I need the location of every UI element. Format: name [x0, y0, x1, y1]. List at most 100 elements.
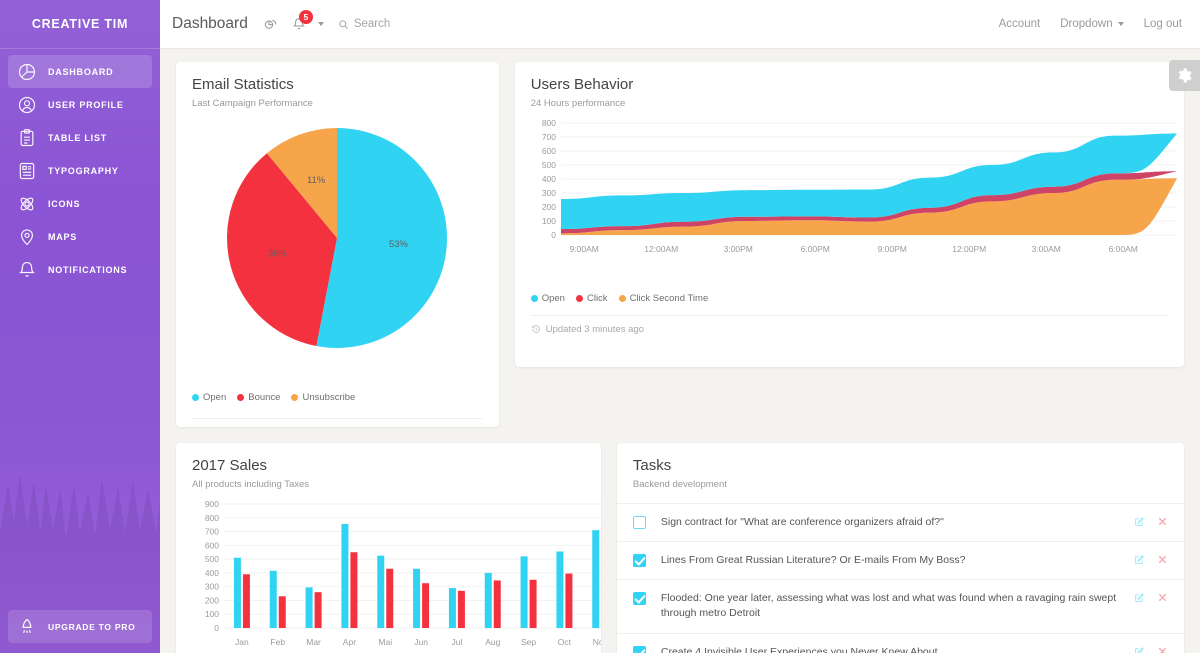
- task-row: Lines From Great Russian Literature? Or …: [617, 541, 1184, 579]
- task-checkbox[interactable]: [633, 516, 646, 529]
- pie-slice-label: 36%: [268, 248, 288, 259]
- close-icon[interactable]: [1157, 592, 1168, 603]
- bar[interactable]: [449, 588, 456, 628]
- bar[interactable]: [521, 556, 528, 628]
- close-icon[interactable]: [1157, 554, 1168, 565]
- main-area: Dashboard 5 Account Dropdown Log out: [160, 0, 1200, 653]
- task-checkbox[interactable]: [633, 592, 646, 605]
- sidebar-item-icons[interactable]: Icons: [8, 187, 152, 220]
- edit-icon[interactable]: [1134, 554, 1145, 565]
- card-title: 2017 Sales: [192, 457, 585, 476]
- legend-item[interactable]: Click Second Time: [619, 293, 709, 304]
- topbar: Dashboard 5 Account Dropdown Log out: [160, 0, 1200, 49]
- bar[interactable]: [270, 571, 277, 628]
- users-behavior-card: Users Behavior 24 Hours performance 0100…: [515, 62, 1184, 367]
- dropdown-menu[interactable]: Dropdown: [1060, 18, 1123, 30]
- sidebar: CREATIVE TIM Dashboard User Profile Tabl…: [0, 0, 160, 653]
- sidebar-item-dashboard[interactable]: Dashboard: [8, 55, 152, 88]
- edit-icon[interactable]: [1134, 646, 1145, 653]
- edit-icon[interactable]: [1134, 592, 1145, 603]
- bar[interactable]: [341, 524, 348, 628]
- bar[interactable]: [413, 569, 420, 628]
- bell-dropdown-icon[interactable]: 5: [288, 13, 310, 35]
- account-link[interactable]: Account: [999, 18, 1041, 30]
- sidebar-item-maps[interactable]: Maps: [8, 220, 152, 253]
- close-icon[interactable]: [1157, 646, 1168, 653]
- settings-button[interactable]: [1169, 60, 1200, 91]
- sidebar-item-notifications[interactable]: Notifications: [8, 253, 152, 286]
- legend-item[interactable]: Bounce: [237, 392, 280, 403]
- sidebar-item-table-list[interactable]: Table List: [8, 121, 152, 154]
- bar-chart: 0100200300400500600700800900JanFebMarApr…: [184, 498, 601, 653]
- x-axis-tick-label: Jan: [235, 637, 249, 647]
- x-axis-tick-label: 6:00AM: [1108, 244, 1137, 254]
- legend-item[interactable]: Open: [531, 293, 565, 304]
- y-axis-tick-label: 500: [205, 554, 219, 564]
- sidebar-item-label: Icons: [48, 199, 80, 209]
- tasks-header: Tasks Backend development: [617, 443, 1184, 503]
- bar[interactable]: [306, 587, 313, 628]
- y-axis-tick-label: 700: [542, 132, 556, 142]
- task-text: Create 4 Invisible User Experiences you …: [661, 645, 1134, 653]
- search-input[interactable]: [354, 18, 434, 30]
- y-axis-tick-label: 200: [542, 202, 556, 212]
- bar[interactable]: [530, 580, 537, 628]
- account-link-label: Account: [999, 18, 1041, 30]
- bar[interactable]: [485, 573, 492, 628]
- legend-swatch: [291, 394, 298, 401]
- y-axis-tick-label: 0: [214, 623, 219, 633]
- bar[interactable]: [350, 552, 357, 628]
- task-actions: [1134, 591, 1168, 603]
- bar[interactable]: [592, 530, 599, 628]
- email-statistics-header: Email Statistics Last Campaign Performan…: [176, 62, 499, 109]
- text-layout-icon: [17, 161, 37, 181]
- logout-link[interactable]: Log out: [1144, 18, 1182, 30]
- task-actions: [1134, 515, 1168, 527]
- bar[interactable]: [243, 574, 250, 628]
- bar[interactable]: [458, 591, 465, 628]
- email-statistics-footer: Campaign sent 2 days ago: [192, 418, 483, 427]
- legend-item[interactable]: Open: [192, 392, 226, 403]
- task-checkbox[interactable]: [633, 646, 646, 653]
- task-actions: [1134, 645, 1168, 653]
- task-text: Lines From Great Russian Literature? Or …: [661, 553, 1134, 568]
- y-axis-tick-label: 100: [205, 609, 219, 619]
- bar[interactable]: [565, 573, 572, 627]
- card-subtitle: 24 Hours performance: [531, 98, 1168, 109]
- bar[interactable]: [422, 583, 429, 628]
- edit-icon[interactable]: [1134, 516, 1145, 527]
- x-axis-tick-label: Mar: [306, 637, 321, 647]
- bar[interactable]: [494, 580, 501, 628]
- bar[interactable]: [377, 555, 384, 627]
- gear-icon: [1176, 67, 1193, 84]
- search-box[interactable]: [338, 18, 434, 30]
- task-actions: [1134, 553, 1168, 565]
- upgrade-to-pro-button[interactable]: Upgrade to Pro: [8, 610, 152, 643]
- brand-logo[interactable]: CREATIVE TIM: [0, 0, 160, 49]
- bar[interactable]: [279, 596, 286, 628]
- sidebar-item-typography[interactable]: Typography: [8, 154, 152, 187]
- task-row: Flooded: One year later, assessing what …: [617, 579, 1184, 632]
- sidebar-item-label: Dashboard: [48, 67, 113, 77]
- legend-swatch: [237, 394, 244, 401]
- sales-bar-chart: 0100200300400500600700800900JanFebMarApr…: [176, 490, 601, 653]
- sales-card: 2017 Sales All products including Taxes …: [176, 443, 601, 653]
- card-title: Users Behavior: [531, 76, 1168, 95]
- x-axis-tick-label: Nov: [593, 637, 601, 647]
- bar[interactable]: [234, 557, 241, 627]
- x-axis-tick-label: 6:00PM: [800, 244, 829, 254]
- upgrade-to-pro-label: Upgrade to Pro: [48, 622, 135, 632]
- sidebar-nav: Dashboard User Profile Table List Typogr…: [0, 49, 160, 286]
- x-axis-tick-label: Apr: [343, 637, 356, 647]
- bar[interactable]: [386, 569, 393, 628]
- bar[interactable]: [556, 551, 563, 627]
- bar[interactable]: [315, 592, 322, 628]
- sidebar-item-user-profile[interactable]: User Profile: [8, 88, 152, 121]
- task-checkbox[interactable]: [633, 554, 646, 567]
- stats-icon[interactable]: [260, 13, 282, 35]
- sidebar-item-label: Notifications: [48, 265, 127, 275]
- legend-item[interactable]: Click: [576, 293, 608, 304]
- chevron-down-icon[interactable]: [318, 22, 324, 26]
- close-icon[interactable]: [1157, 516, 1168, 527]
- legend-item[interactable]: Unsubscribe: [291, 392, 355, 403]
